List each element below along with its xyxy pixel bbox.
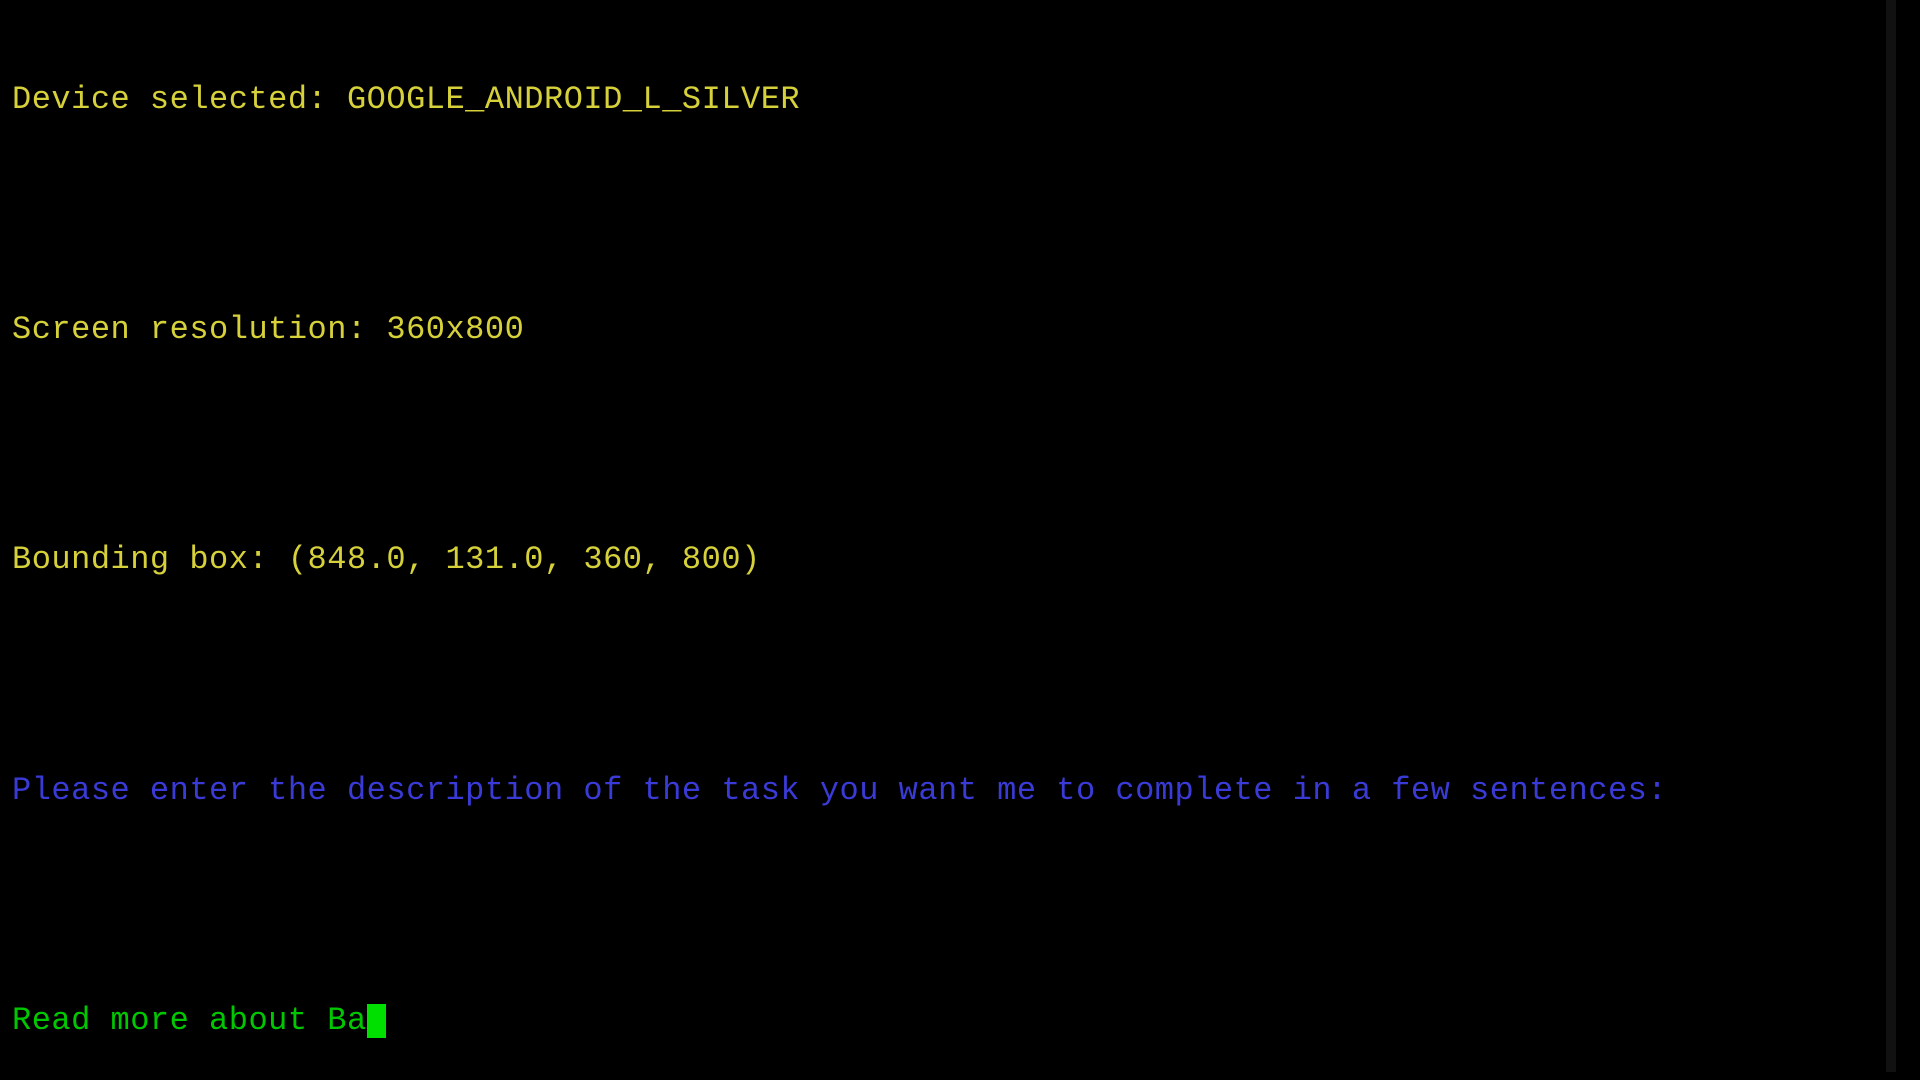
blank-line bbox=[12, 426, 1884, 464]
user-input-line[interactable]: Read more about Ba bbox=[12, 1002, 1884, 1040]
device-selected-line: Device selected: GOOGLE_ANDROID_L_SILVER bbox=[12, 81, 1884, 119]
blank-line bbox=[12, 657, 1884, 695]
scrollbar-gutter bbox=[1886, 0, 1896, 1072]
terminal-output[interactable]: Device selected: GOOGLE_ANDROID_L_SILVER… bbox=[0, 0, 1896, 1072]
cursor-icon bbox=[367, 1004, 387, 1038]
user-input-text[interactable]: Read more about Ba bbox=[12, 1002, 367, 1040]
blank-line bbox=[12, 887, 1884, 925]
bounding-box-line: Bounding box: (848.0, 131.0, 360, 800) bbox=[12, 541, 1884, 579]
blank-line bbox=[12, 196, 1884, 234]
task-prompt-line: Please enter the description of the task… bbox=[12, 772, 1884, 810]
screen-resolution-line: Screen resolution: 360x800 bbox=[12, 311, 1884, 349]
